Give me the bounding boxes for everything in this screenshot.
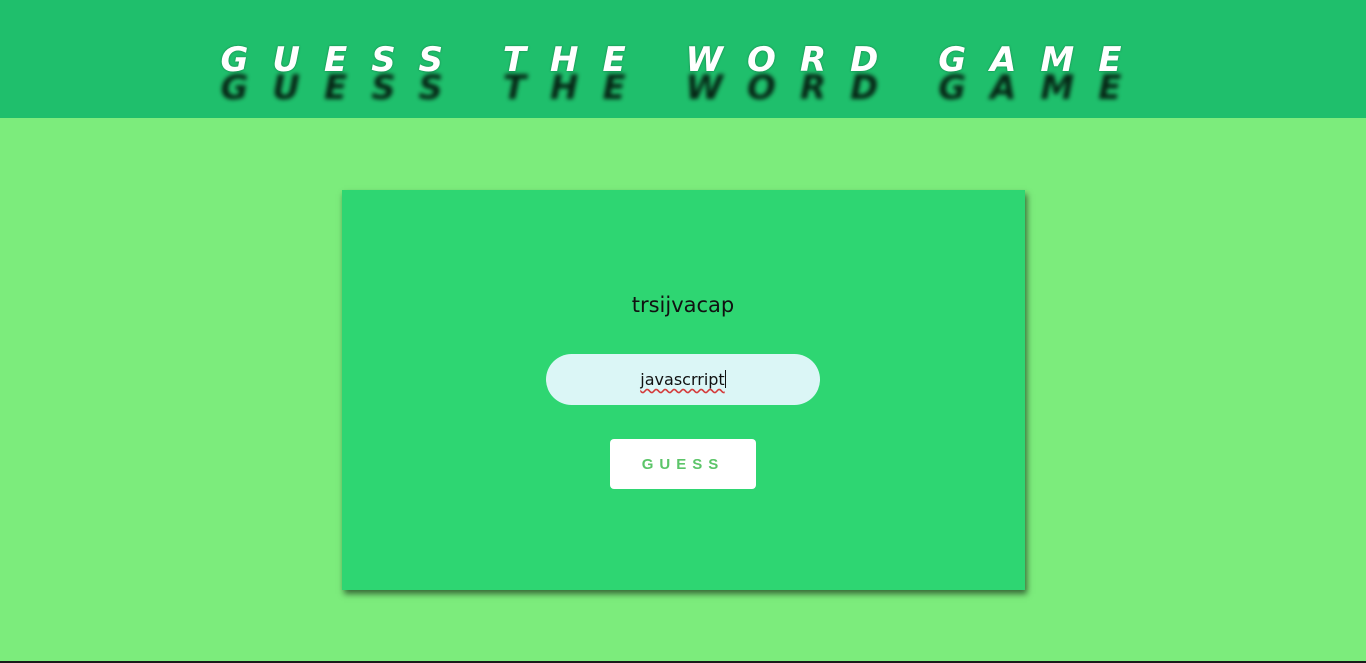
title-wrap: GUESS THE WORD GAME GUESS THE WORD GAME — [0, 38, 1366, 108]
guess-input[interactable] — [546, 354, 820, 405]
page: GUESS THE WORD GAME GUESS THE WORD GAME … — [0, 0, 1366, 663]
guess-button[interactable]: GUESS — [610, 439, 756, 489]
page-title: GUESS THE WORD GAME — [220, 40, 1146, 80]
header-bar: GUESS THE WORD GAME GUESS THE WORD GAME — [0, 0, 1366, 118]
scrambled-word: trsijvacap — [631, 293, 735, 317]
